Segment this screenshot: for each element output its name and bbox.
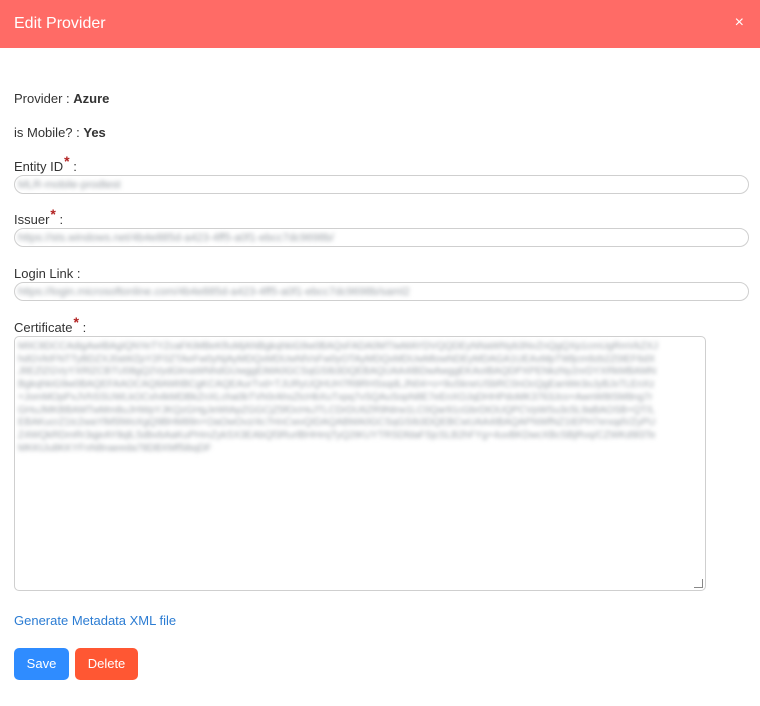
entity-id-label-row: Entity ID* : <box>14 153 77 174</box>
certificate-label-row: Certificate* : <box>14 314 87 335</box>
login-link-label: Login Link : <box>14 266 81 281</box>
issuer-label-row: Issuer* : <box>14 206 64 227</box>
entity-id-label: Entity ID <box>14 159 64 174</box>
certificate-label: Certificate <box>14 320 73 335</box>
generate-metadata-link[interactable]: Generate Metadata XML file <box>14 613 176 629</box>
certificate-textarea[interactable]: MIIC8DCCAdigAwIBAgIQNYeTYZcaFKiMBeKfIuMj… <box>14 336 706 591</box>
mobile-label: is Mobile? : <box>14 125 84 140</box>
delete-button[interactable]: Delete <box>75 648 138 680</box>
required-asterisk: * <box>64 153 70 169</box>
resize-grip-icon[interactable] <box>694 579 703 588</box>
required-asterisk: * <box>50 206 56 222</box>
certificate-value: MIIC8DCCAdigAwIBAgIQNYeTYZcaFKiMBeKfIuMj… <box>18 341 658 454</box>
close-icon[interactable]: × <box>735 14 744 32</box>
mobile-value: Yes <box>83 125 106 140</box>
login-link-label-row: Login Link : <box>14 266 81 282</box>
issuer-value: https://sts.windows.net/4b4e885d-a423-4f… <box>18 232 334 244</box>
entity-id-input[interactable]: MLR-mobile-prodtest <box>14 175 749 194</box>
required-asterisk: * <box>73 314 79 330</box>
save-button[interactable]: Save <box>14 648 69 680</box>
issuer-input[interactable]: https://sts.windows.net/4b4e885d-a423-4f… <box>14 228 749 247</box>
mobile-row: is Mobile? : Yes <box>14 125 106 141</box>
modal-header: Edit Provider × <box>0 0 760 48</box>
entity-id-value: MLR-mobile-prodtest <box>18 179 121 191</box>
provider-row: Provider : Azure <box>14 91 109 107</box>
login-link-input[interactable]: https://login.microsoftonline.com/4b4e88… <box>14 282 749 301</box>
issuer-label: Issuer <box>14 212 50 227</box>
modal-title: Edit Provider <box>14 15 106 32</box>
provider-label: Provider : <box>14 91 74 106</box>
login-link-value: https://login.microsoftonline.com/4b4e88… <box>18 286 410 298</box>
provider-value: Azure <box>73 91 110 106</box>
